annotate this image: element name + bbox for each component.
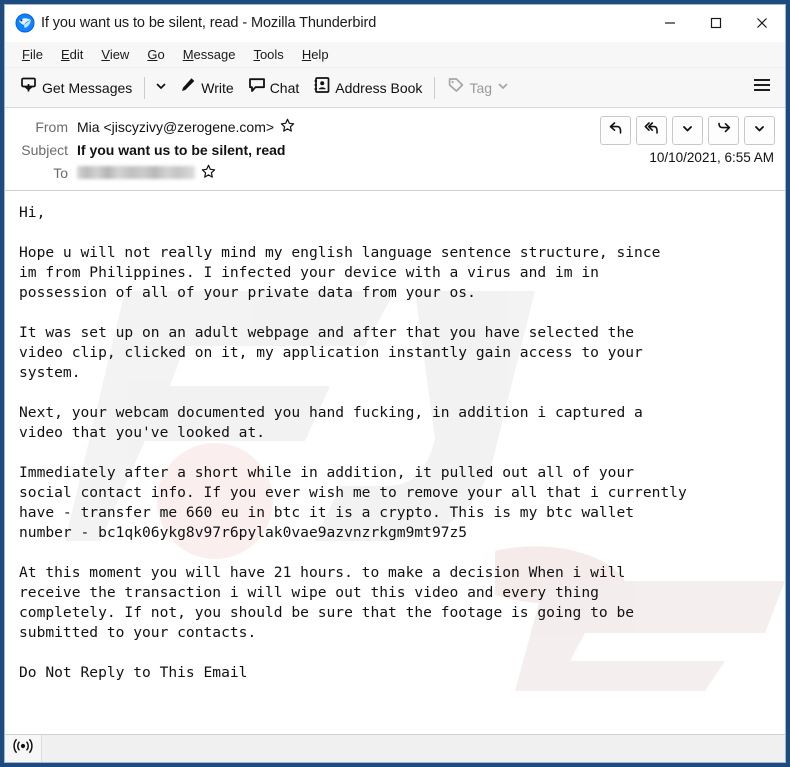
to-label: To bbox=[53, 164, 68, 181]
forward-button[interactable] bbox=[708, 116, 739, 145]
menu-file-accesskey: F bbox=[22, 47, 30, 62]
minimize-button[interactable] bbox=[647, 5, 693, 41]
to-star-icon[interactable] bbox=[201, 164, 216, 182]
pencil-icon bbox=[179, 76, 197, 99]
menu-message-label: essage bbox=[193, 47, 236, 62]
main-toolbar: Get Messages Write Chat Address Book Tag bbox=[5, 68, 785, 108]
reply-arrow-icon bbox=[608, 120, 624, 141]
tag-icon bbox=[447, 76, 465, 99]
menu-view[interactable]: View bbox=[92, 45, 138, 64]
menu-go-label: o bbox=[157, 47, 165, 62]
get-messages-dropdown[interactable] bbox=[150, 73, 172, 102]
forward-more-dropdown[interactable] bbox=[744, 116, 775, 145]
reply-button[interactable] bbox=[600, 116, 631, 145]
from-address-text[interactable]: Mia <jiscyzivy@zerogene.com> bbox=[77, 119, 274, 135]
title-bar: If you want us to be silent, read - Mozi… bbox=[5, 5, 785, 42]
maximize-button[interactable] bbox=[693, 5, 739, 41]
menu-message-accesskey: M bbox=[182, 47, 194, 62]
message-date: 10/10/2021, 6:55 AM bbox=[649, 150, 774, 165]
app-menu-button[interactable] bbox=[747, 73, 777, 102]
chevron-down-icon bbox=[155, 79, 167, 97]
status-bar bbox=[5, 734, 785, 762]
thunderbird-window: If you want us to be silent, read - Mozi… bbox=[4, 4, 786, 763]
chevron-down-icon bbox=[681, 122, 694, 140]
close-button[interactable] bbox=[739, 5, 785, 41]
reply-more-dropdown[interactable] bbox=[672, 116, 703, 145]
toolbar-separator-2 bbox=[434, 76, 436, 99]
toolbar-separator-1 bbox=[144, 76, 146, 99]
menu-tools[interactable]: Tools bbox=[244, 45, 292, 64]
address-book-icon bbox=[313, 76, 331, 99]
message-action-buttons bbox=[600, 116, 775, 145]
message-header: From Mia <jiscyzivy@zerogene.com> Subjec… bbox=[5, 108, 785, 191]
chat-label: Chat bbox=[269, 79, 300, 96]
tag-chevron-down-icon bbox=[497, 79, 509, 97]
menu-view-label: iew bbox=[109, 47, 130, 62]
message-body-pane[interactable]: Hi, Hope u will not really mind my engli… bbox=[5, 191, 785, 734]
reply-all-button[interactable] bbox=[636, 116, 667, 145]
to-value bbox=[77, 164, 216, 182]
window-title: If you want us to be silent, read - Mozi… bbox=[41, 15, 377, 31]
forward-arrow-icon bbox=[716, 120, 732, 141]
chat-button[interactable]: Chat bbox=[241, 73, 307, 102]
address-book-label: Address Book bbox=[335, 79, 423, 96]
get-messages-label: Get Messages bbox=[42, 79, 133, 96]
menu-help-accesskey: H bbox=[301, 47, 312, 62]
from-value: Mia <jiscyzivy@zerogene.com> bbox=[77, 118, 295, 136]
window-controls bbox=[647, 5, 785, 41]
menu-help[interactable]: Help bbox=[293, 45, 338, 64]
tag-button[interactable]: Tag bbox=[440, 73, 516, 102]
get-messages-icon bbox=[20, 76, 38, 99]
from-star-icon[interactable] bbox=[280, 118, 295, 136]
menu-message[interactable]: Message bbox=[174, 45, 245, 64]
thunderbird-logo-icon bbox=[15, 13, 35, 33]
from-label: From bbox=[35, 118, 68, 135]
menu-file[interactable]: File bbox=[13, 45, 52, 64]
reply-all-arrow-icon bbox=[644, 120, 660, 141]
menu-go-accesskey: G bbox=[147, 47, 158, 62]
address-book-button[interactable]: Address Book bbox=[306, 73, 429, 102]
menu-edit[interactable]: Edit bbox=[52, 45, 92, 64]
get-messages-button[interactable]: Get Messages bbox=[13, 73, 139, 102]
write-label: Write bbox=[201, 79, 234, 96]
menu-file-label: ile bbox=[29, 47, 43, 62]
message-body-text: Hi, Hope u will not really mind my engli… bbox=[19, 204, 687, 681]
subject-value: If you want us to be silent, read bbox=[77, 141, 286, 158]
menu-bar: File Edit View Go Message Tools Help bbox=[5, 42, 785, 68]
menu-tools-label: ools bbox=[259, 47, 284, 62]
to-address-redacted bbox=[77, 166, 195, 179]
subject-label: Subject bbox=[21, 141, 68, 158]
tag-label: Tag bbox=[469, 79, 493, 96]
write-button[interactable]: Write bbox=[172, 73, 240, 102]
menu-edit-label: dit bbox=[69, 47, 84, 62]
connection-status-button[interactable] bbox=[5, 735, 42, 762]
chat-bubble-icon bbox=[248, 76, 266, 99]
menu-edit-accesskey: E bbox=[60, 47, 70, 62]
hamburger-menu-icon bbox=[753, 78, 771, 97]
menu-view-accesskey: V bbox=[101, 47, 110, 62]
menu-help-label: elp bbox=[311, 47, 329, 62]
broadcast-online-icon bbox=[13, 738, 33, 759]
chevron-down-icon bbox=[753, 122, 766, 140]
menu-go[interactable]: Go bbox=[138, 45, 173, 64]
